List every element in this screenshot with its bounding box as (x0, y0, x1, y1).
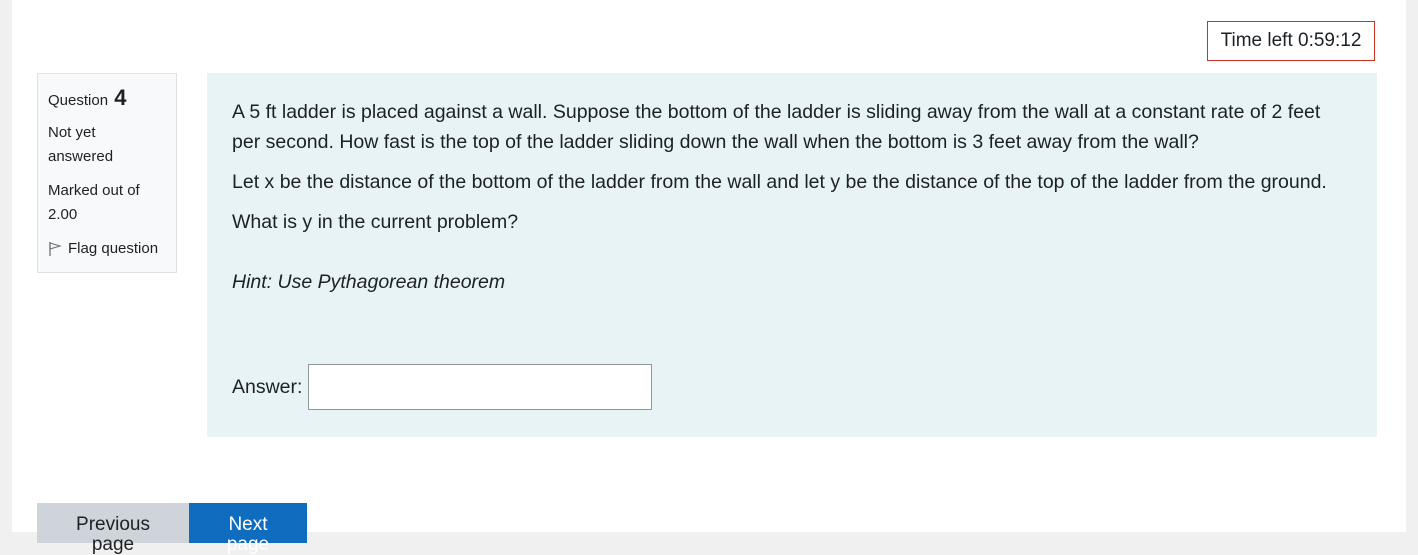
question-info-panel: Question 4 Not yet answered Marked out o… (37, 73, 177, 273)
flag-question-label: Flag question (68, 240, 159, 257)
question-number: 4 (114, 85, 127, 110)
question-grade: Marked out of 2.00 (48, 182, 140, 223)
question-number-line: Question 4 (48, 86, 166, 113)
question-state: Not yet answered (48, 124, 114, 165)
quiz-page: Time left 0:59:12 Question 4 Not yet ans… (12, 0, 1406, 555)
answer-input[interactable] (308, 364, 653, 410)
flag-icon (49, 242, 62, 256)
answer-row: Answer: (232, 364, 653, 410)
previous-page-button[interactable]: Previous page (37, 503, 189, 555)
question-label: Question (48, 92, 109, 109)
next-page-button[interactable]: Next page (189, 503, 307, 555)
question-text-paragraph: Let x be the distance of the bottom of t… (232, 171, 1327, 193)
question-text-paragraph: A 5 ft ladder is placed against a wall. … (232, 101, 1321, 153)
timer-label: Time left 0:59:12 (1220, 30, 1362, 51)
question-content: A 5 ft ladder is placed against a wall. … (207, 73, 1377, 437)
question-prompt: What is y in the current problem? (232, 211, 519, 233)
question-hint: Hint: Use Pythagorean theorem (232, 271, 506, 293)
answer-label: Answer: (232, 376, 303, 398)
time-left-timer: Time left 0:59:12 (1207, 21, 1375, 61)
flag-question-link[interactable]: Flag question (48, 237, 166, 261)
page-navigation: Previous page Next page (37, 503, 307, 555)
